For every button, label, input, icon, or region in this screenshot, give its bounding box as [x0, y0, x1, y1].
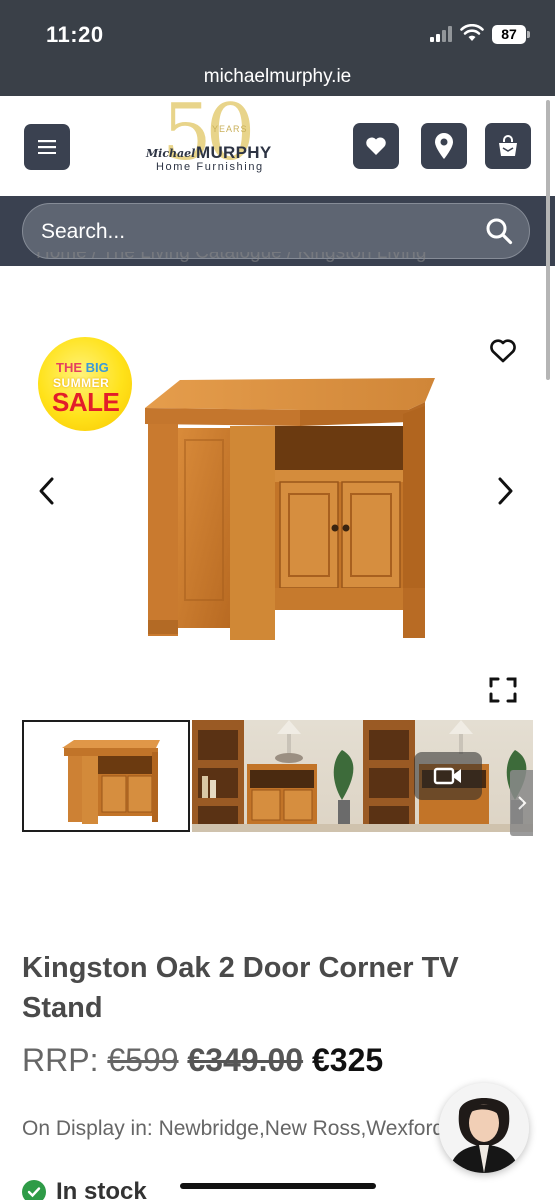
favourites-button[interactable] — [353, 123, 399, 169]
check-circle-icon — [22, 1180, 46, 1200]
logo-years-label: YEARS — [212, 124, 248, 134]
breadcrumb-text[interactable]: Home / The Living Catalogue / Kingston L… — [36, 252, 536, 264]
store-locator-button[interactable] — [421, 123, 467, 169]
display-stores: Newbridge,New Ross,Wexford — [158, 1117, 442, 1140]
menu-icon — [38, 140, 56, 154]
search-input[interactable]: Search... — [22, 203, 530, 259]
page-scrollbar[interactable] — [546, 100, 550, 380]
shopping-bag-icon — [499, 135, 517, 156]
rrp-label: RRP: — [22, 1042, 99, 1078]
browser-url-bar[interactable]: michaelmurphy.ie — [0, 60, 555, 96]
product-title: Kingston Oak 2 Door Corner TV Stand — [22, 952, 459, 1024]
rrp-price: €599 — [107, 1042, 179, 1078]
product-image — [145, 378, 435, 640]
site-header: 50 YEARS Michael MURPHY Home Furnishing — [0, 94, 555, 196]
logo-subtitle: Home Furnishing — [156, 161, 264, 173]
chevron-right-icon — [517, 796, 526, 810]
search-placeholder[interactable]: Search... — [41, 220, 125, 244]
agent-avatar-image — [439, 1083, 529, 1173]
was-price: €349.00 — [187, 1042, 304, 1078]
breadcrumb[interactable]: Home / The Living Catalogue / Kingston L… — [36, 252, 536, 272]
battery-icon: 87 — [492, 25, 530, 44]
stock-status: In stock — [22, 1178, 147, 1200]
logo-last-name: MURPHY — [196, 143, 272, 162]
heart-icon — [366, 137, 386, 155]
home-indicator — [180, 1183, 376, 1189]
sale-badge-the-big: THE BIG — [56, 360, 109, 375]
fullscreen-expand-icon[interactable] — [489, 677, 517, 703]
video-camera-icon — [433, 767, 461, 785]
summer-sale-badge: THE BIG SUMMER SALE — [38, 337, 132, 431]
thumbnail-2[interactable] — [192, 720, 363, 832]
video-play-button[interactable] — [414, 752, 482, 800]
site-logo[interactable]: 50 YEARS Michael MURPHY Home Furnishing — [140, 94, 290, 194]
location-pin-icon — [435, 133, 453, 159]
url-text[interactable]: michaelmurphy.ie — [0, 66, 555, 88]
thumbnail-1[interactable] — [22, 720, 190, 832]
live-chat-avatar[interactable] — [439, 1083, 529, 1173]
status-bar: 11:20 87 — [0, 0, 555, 60]
logo-first-name: Michael — [146, 147, 196, 160]
search-icon[interactable] — [485, 217, 513, 245]
thumbnail-2-image — [192, 720, 363, 832]
thumbnail-1-image — [62, 740, 160, 824]
current-price: €325 — [311, 1042, 384, 1078]
price-row: RRP: €599 €349.00 €325 — [22, 1042, 383, 1079]
stock-status-text: In stock — [56, 1178, 147, 1200]
basket-button[interactable] — [485, 123, 531, 169]
wishlist-heart-icon[interactable] — [489, 338, 517, 364]
thumbnail-next-button[interactable] — [510, 770, 533, 836]
sale-badge-sale: SALE — [52, 387, 120, 417]
wifi-icon — [460, 24, 484, 41]
display-locations: On Display in: Newbridge,New Ross,Wexfor… — [22, 1117, 442, 1141]
gallery-next-arrow-icon[interactable] — [494, 476, 516, 506]
display-label: On Display in: — [22, 1117, 153, 1140]
gallery-prev-arrow-icon[interactable] — [36, 476, 58, 506]
menu-button[interactable] — [24, 124, 70, 170]
signal-icon — [430, 26, 456, 42]
status-time: 11:20 — [46, 22, 104, 47]
